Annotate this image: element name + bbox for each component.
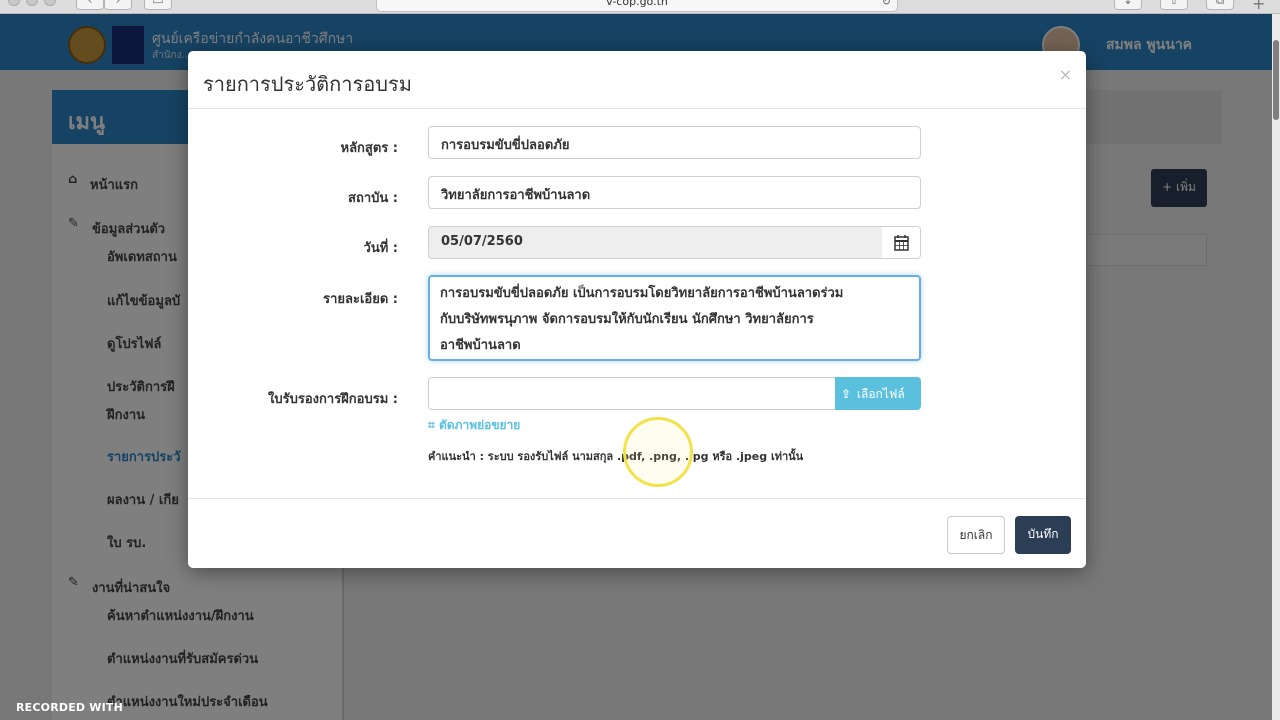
modal-footer: ยกเลิก บันทึก bbox=[188, 498, 1086, 568]
download-icon[interactable]: ↓ bbox=[1114, 0, 1142, 10]
recording-watermark: RECORDED WITH bbox=[16, 701, 124, 714]
cancel-button[interactable]: ยกเลิก bbox=[947, 516, 1005, 554]
close-window-icon[interactable] bbox=[8, 0, 20, 6]
close-icon[interactable]: × bbox=[1059, 65, 1072, 84]
minimize-window-icon[interactable] bbox=[26, 0, 38, 6]
detail-line: กับบริษัทพรนุภาพ จัดการอบรมให้กับนักเรีย… bbox=[440, 312, 814, 327]
forward-icon[interactable]: › bbox=[104, 0, 132, 10]
file-hint: คำแนะนำ : ระบบ รองรับไฟล์ นามสกุล .pdf, … bbox=[428, 450, 804, 463]
institute-label: สถาบัน : bbox=[348, 191, 398, 206]
training-history-modal: รายการประวัติการอบรม × หลักสูตร : การอบร… bbox=[188, 51, 1086, 568]
institute-input[interactable]: วิทยาลัยการอาชีพบ้านลาด bbox=[428, 176, 921, 209]
choose-file-button[interactable]: ⇪ เลือกไฟล์ bbox=[835, 377, 921, 410]
calendar-icon bbox=[894, 235, 909, 251]
certificate-file-input[interactable] bbox=[428, 377, 836, 410]
crop-link-label: ตัดภาพย่อขยาย bbox=[438, 418, 521, 432]
crop-image-link[interactable]: ⌗ ตัดภาพย่อขยาย bbox=[428, 416, 520, 435]
tabs-icon[interactable]: ⧉ bbox=[1206, 0, 1234, 10]
zoom-window-icon[interactable] bbox=[44, 0, 56, 6]
modal-title: รายการประวัติการอบรม bbox=[203, 72, 412, 96]
date-label: วันที่ : bbox=[363, 241, 398, 256]
scrollbar-thumb[interactable] bbox=[1273, 40, 1279, 120]
course-label: หลักสูตร : bbox=[340, 141, 399, 156]
back-icon[interactable]: ‹ bbox=[76, 0, 104, 10]
date-input[interactable]: 05/07/2560 bbox=[428, 226, 883, 259]
reload-icon[interactable]: ↻ bbox=[882, 0, 891, 11]
detail-textarea[interactable]: การอบรมขับขี่ปลอดภัย เป็นการอบรมโดยวิทยา… bbox=[428, 275, 921, 361]
modal-header: รายการประวัติการอบรม × bbox=[188, 51, 1086, 109]
browser-toolbar: ‹ › ▭ v-cop.go.th ↻ ↓ ⇧ ⧉ + bbox=[0, 0, 1280, 14]
course-input[interactable]: การอบรมขับขี่ปลอดภัย bbox=[428, 126, 921, 159]
address-bar[interactable]: v-cop.go.th ↻ bbox=[376, 0, 898, 12]
upload-icon: ⇪ bbox=[841, 387, 852, 401]
choose-file-label: เลือกไฟล์ bbox=[856, 387, 905, 401]
crop-icon: ⌗ bbox=[428, 418, 435, 432]
certificate-label: ใบรับรองการฝึกอบรม : bbox=[268, 392, 398, 407]
cursor-highlight bbox=[623, 417, 693, 487]
detail-line: การอบรมขับขี่ปลอดภัย เป็นการอบรมโดยวิทยา… bbox=[440, 286, 844, 301]
sidebar-toggle-icon[interactable]: ▭ bbox=[144, 0, 172, 10]
detail-label: รายละเอียด : bbox=[323, 292, 398, 307]
url-text: v-cop.go.th bbox=[606, 0, 668, 8]
share-icon[interactable]: ⇧ bbox=[1160, 0, 1188, 10]
detail-line: อาชีพบ้านลาด bbox=[440, 338, 521, 353]
new-tab-icon[interactable]: + bbox=[1252, 0, 1265, 13]
calendar-button[interactable] bbox=[882, 226, 921, 259]
save-button[interactable]: บันทึก bbox=[1015, 516, 1071, 554]
